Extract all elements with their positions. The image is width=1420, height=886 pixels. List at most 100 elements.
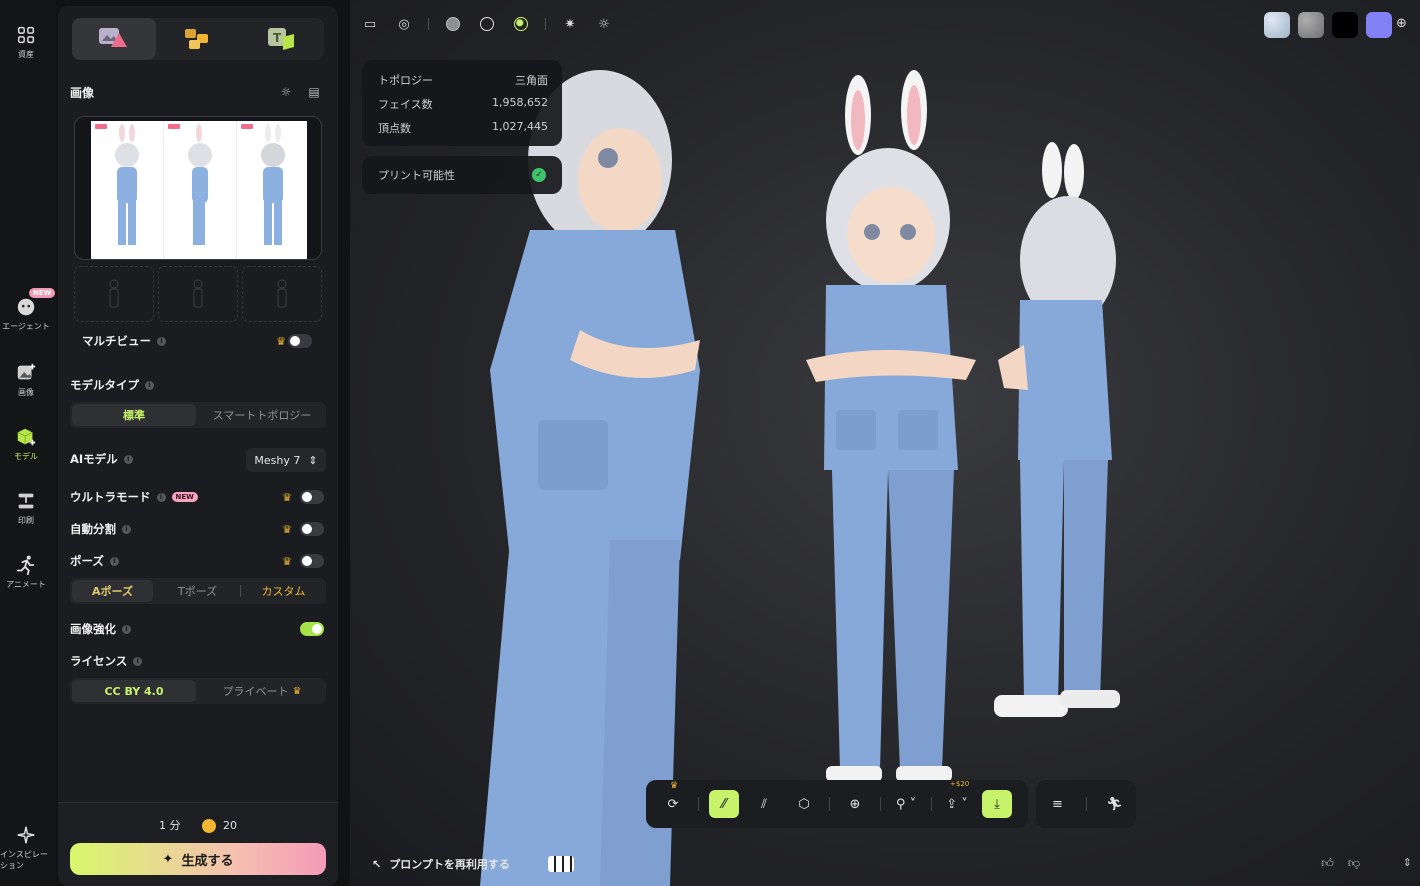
- divider: [1085, 797, 1087, 811]
- info-icon[interactable]: i: [145, 380, 154, 390]
- divider: [428, 18, 429, 30]
- model-type-standard[interactable]: 標準: [72, 404, 196, 426]
- svg-text:T: T: [273, 31, 282, 45]
- wireframe-globe-icon[interactable]: ◎: [394, 14, 414, 34]
- info-icon[interactable]: i: [122, 524, 131, 534]
- pose-selector: Aポーズ Tポーズ カスタム: [70, 578, 326, 604]
- tab-image-to-3d[interactable]: [72, 18, 156, 60]
- document-icon[interactable]: ▤: [306, 84, 322, 100]
- crown-icon: ♛: [276, 334, 286, 348]
- new-badge: NEW: [171, 492, 198, 502]
- animate-button[interactable]: 🏃︎: [1100, 790, 1130, 818]
- reuse-prompt-link[interactable]: ↖ プロンプトを再利用する: [372, 856, 574, 872]
- license-private[interactable]: プライベート ♛: [200, 680, 324, 702]
- auto-split-toggle[interactable]: [300, 522, 324, 536]
- pose-t[interactable]: Tポーズ: [157, 580, 238, 602]
- rail-print[interactable]: 印刷: [0, 490, 52, 526]
- texture-button[interactable]: ⁄⁄: [709, 790, 739, 818]
- cubes-icon: [185, 29, 208, 49]
- clay-shading-icon[interactable]: [477, 14, 497, 34]
- pose-a[interactable]: Aポーズ: [72, 580, 153, 602]
- thumbs-down-icon[interactable]: 👎︎: [1348, 856, 1360, 871]
- swatch-purple[interactable]: [1366, 12, 1392, 38]
- light-settings-icon[interactable]: ✷: [560, 14, 580, 34]
- reference-sheet: [91, 121, 307, 259]
- retexture-button[interactable]: ⫽: [749, 790, 779, 818]
- view-slot-other[interactable]: [242, 266, 322, 322]
- prompt-image-thumbnail[interactable]: [547, 856, 574, 872]
- check-icon: ✓: [532, 168, 546, 182]
- character-side-thumb: [188, 124, 212, 245]
- arrow-up-left-icon: ↖: [372, 857, 382, 871]
- transform-button[interactable]: ⊕: [840, 790, 870, 818]
- multiview-row: マルチビュー i ♛: [82, 330, 314, 352]
- info-icon[interactable]: i: [156, 492, 166, 502]
- pose-toggle[interactable]: [300, 554, 324, 568]
- info-icon[interactable]: i: [109, 556, 119, 566]
- ai-model-value: Meshy 7: [254, 453, 301, 467]
- rail-model[interactable]: モデル: [0, 426, 52, 462]
- sparkle-icon: ✦: [162, 851, 174, 867]
- print-button[interactable]: ≡: [1043, 790, 1073, 818]
- cost-info: 1 分 20: [58, 817, 338, 833]
- faces-value: 1,958,652: [492, 96, 548, 109]
- license-selector: CC BY 4.0 プライベート ♛: [70, 678, 326, 704]
- pose-custom[interactable]: カスタム: [243, 580, 324, 602]
- generation-panel: T 画像 ☼ ▤ マルチビュー i ♛ モデルタイプ i 標準 スマートトポロジ…: [58, 6, 338, 886]
- multiview-toggle[interactable]: [288, 334, 312, 348]
- pin-dropdown-button[interactable]: ⚲ ˅: [891, 790, 921, 818]
- printer-3d-icon: [18, 493, 34, 509]
- image-plus-icon: [17, 363, 36, 380]
- stat-faces: フェイス数 1,958,652: [378, 96, 548, 112]
- crown-icon: ♛: [282, 490, 292, 504]
- info-icon[interactable]: i: [122, 624, 131, 634]
- view-slot-side[interactable]: [74, 266, 154, 322]
- remesh-button[interactable]: ⬡: [789, 790, 819, 818]
- zoom-icon[interactable]: ⊕: [1396, 16, 1414, 34]
- thumbs-up-icon[interactable]: 👍︎: [1321, 856, 1334, 871]
- topology-label: トポロジー: [378, 74, 433, 87]
- crown-icon: ♛: [282, 522, 292, 536]
- monitor-icon[interactable]: ▭: [360, 14, 380, 34]
- swatch-black[interactable]: [1332, 12, 1358, 38]
- rail-animate[interactable]: アニメート: [0, 554, 52, 590]
- view-slot-back[interactable]: [158, 266, 238, 322]
- license-cc-by[interactable]: CC BY 4.0: [72, 680, 196, 702]
- enhance-toggle[interactable]: [300, 622, 324, 636]
- textured-shading-icon[interactable]: [511, 14, 531, 34]
- share-dropdown-button[interactable]: +$20 ⇪ ˅: [942, 780, 972, 818]
- expand-icon[interactable]: ⇕: [1403, 856, 1412, 869]
- rail-assets[interactable]: 資産: [0, 24, 52, 60]
- regenerate-button[interactable]: ♛ ⟳: [658, 781, 688, 818]
- running-figure-icon: 🏃︎: [1106, 796, 1123, 812]
- info-icon[interactable]: i: [133, 656, 143, 666]
- character-back-thumb: [261, 124, 285, 245]
- sparkle-icon: [17, 826, 35, 844]
- uploaded-image[interactable]: [74, 116, 322, 260]
- ultra-mode-toggle[interactable]: [300, 490, 324, 504]
- topology-value: 三角面: [515, 74, 548, 87]
- tab-text-to-3d[interactable]: T: [240, 18, 324, 60]
- tab-multi-image[interactable]: [156, 18, 240, 60]
- rail-inspiration[interactable]: インスピレーション: [0, 824, 52, 871]
- rail-image[interactable]: 画像: [0, 362, 52, 398]
- background-swatches: [1264, 12, 1392, 38]
- model-type-smart-topology[interactable]: スマートトポロジー: [200, 404, 324, 426]
- info-icon[interactable]: i: [157, 336, 166, 346]
- generate-button[interactable]: ✦ 生成する: [70, 843, 326, 875]
- light-bulb-icon[interactable]: ☼: [278, 84, 294, 100]
- swatch-light-texture[interactable]: [1264, 12, 1290, 38]
- brightness-icon[interactable]: ☼: [594, 14, 614, 34]
- ai-model-label: AIモデル: [70, 452, 118, 466]
- vertices-label: 頂点数: [378, 122, 411, 135]
- printability-card[interactable]: プリント可能性 ✓: [362, 156, 562, 194]
- swatch-gray-texture[interactable]: [1298, 12, 1324, 38]
- auto-split-row: 自動分割 i ♛: [70, 518, 326, 540]
- solid-shading-icon[interactable]: [443, 14, 463, 34]
- model-type-label: モデルタイプ: [70, 378, 139, 392]
- rail-agent[interactable]: NEW エージェント: [0, 288, 56, 332]
- ai-model-select[interactable]: Meshy 7 ⇕: [246, 448, 326, 472]
- download-button[interactable]: ⤓: [982, 790, 1012, 818]
- 3d-viewport[interactable]: ▭ ◎ ✷ ☼ ⊕ トポロジー 三角面 フェイス数 1,958,652 頂点数 …: [350, 0, 1420, 886]
- info-icon[interactable]: i: [123, 454, 133, 464]
